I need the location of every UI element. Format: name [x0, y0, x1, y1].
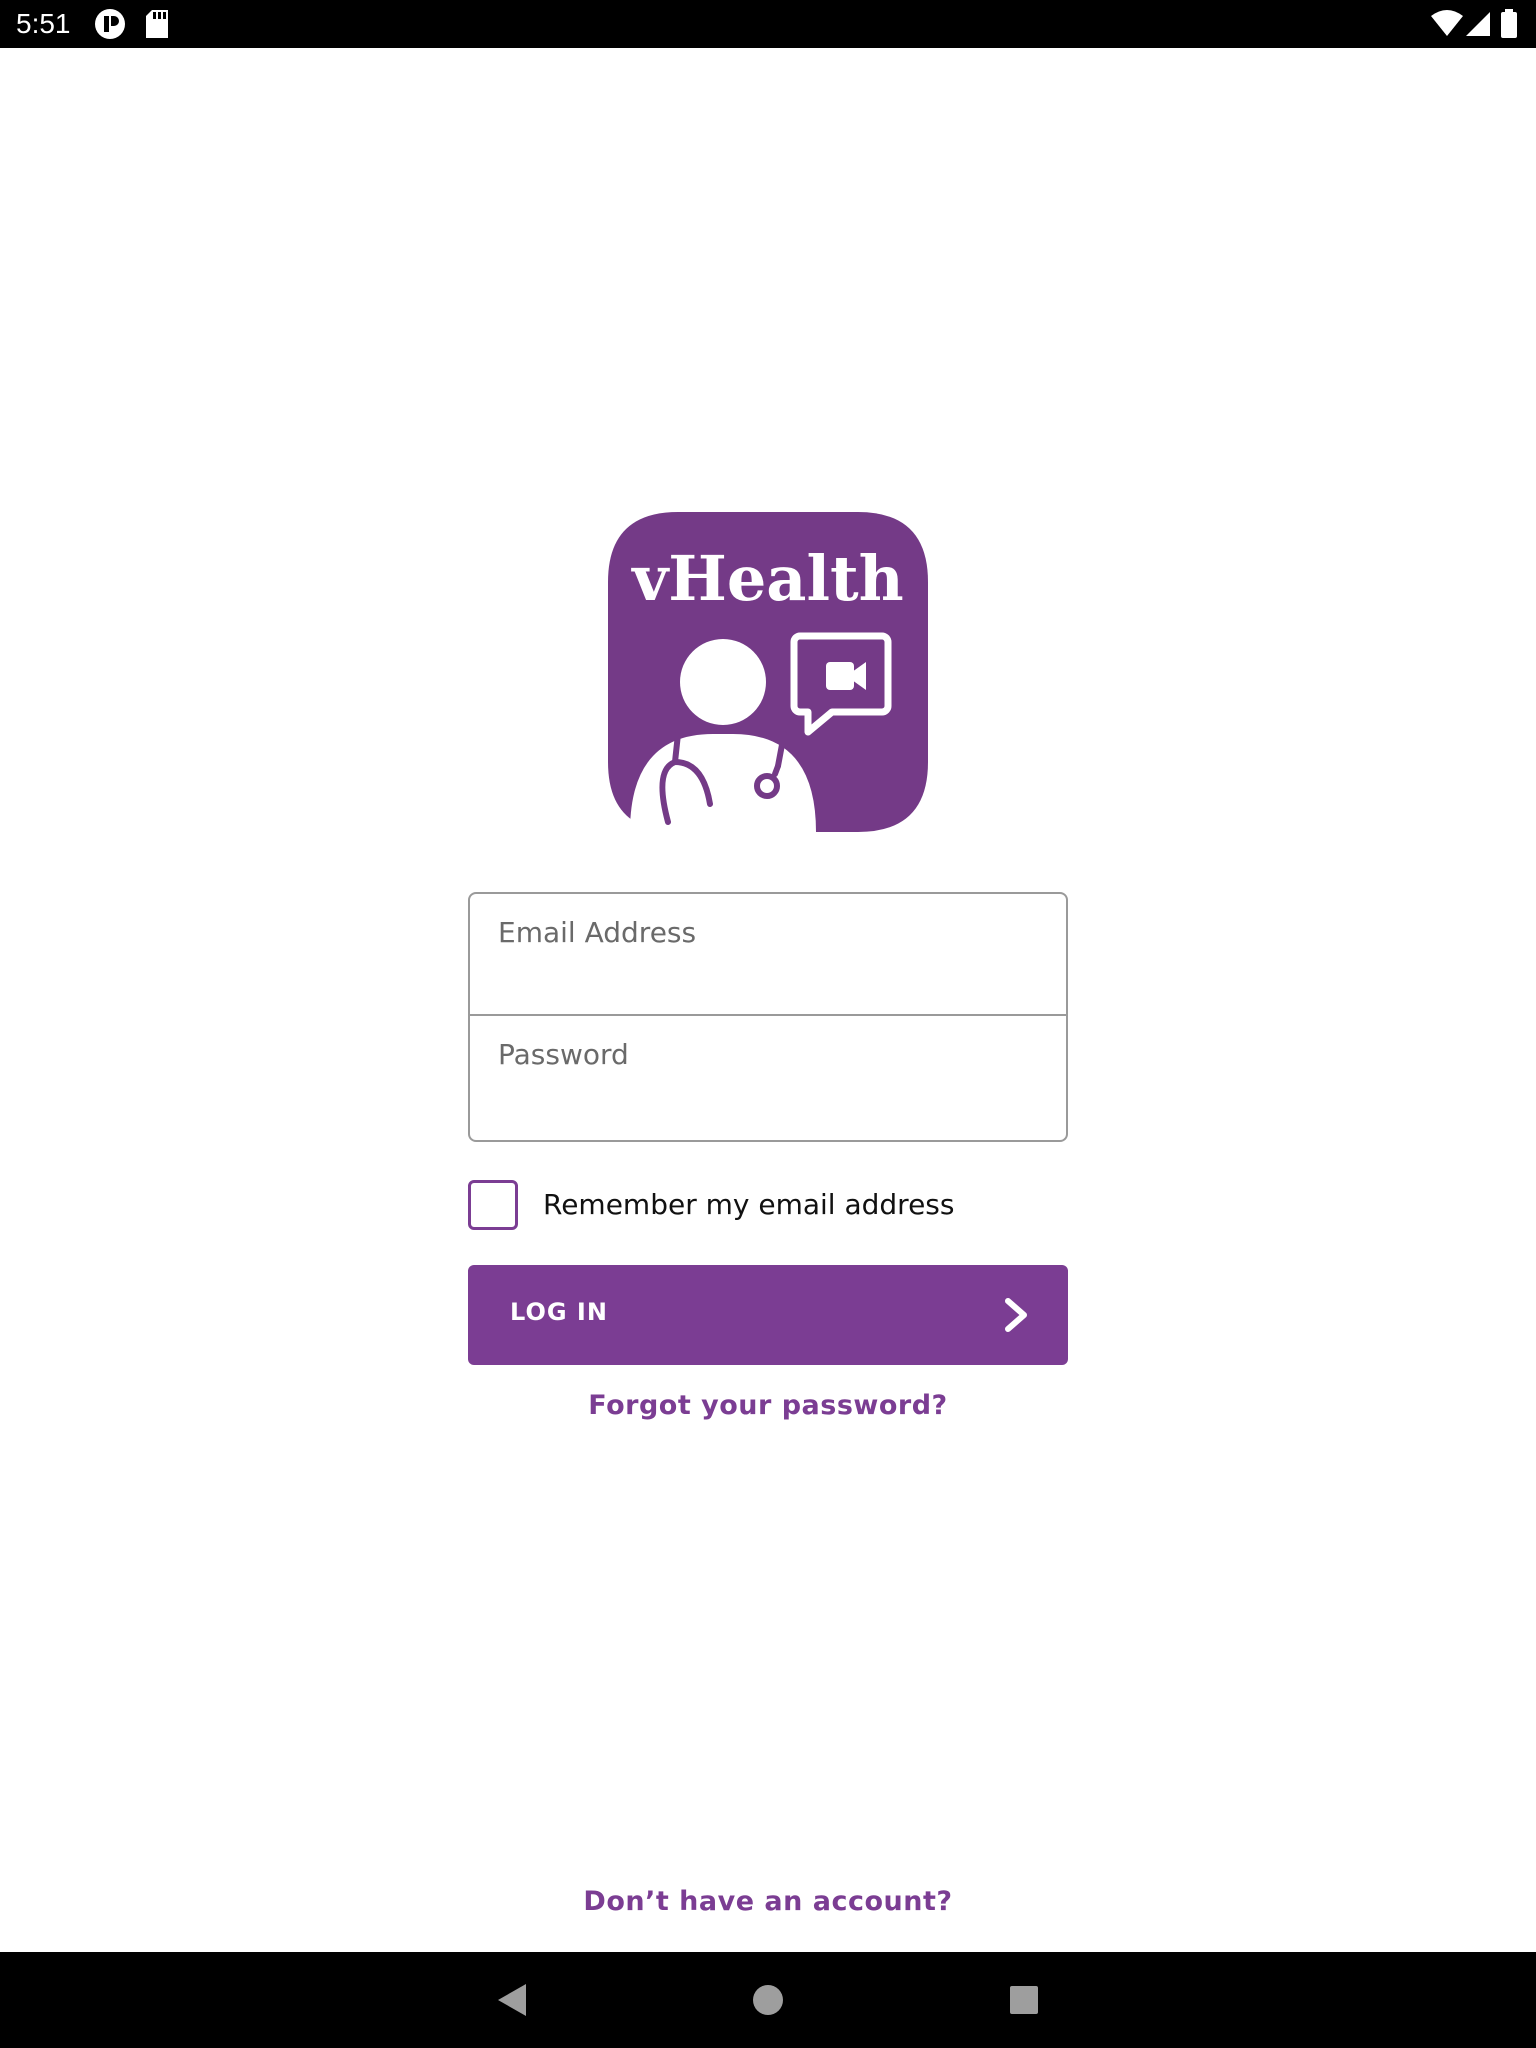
battery-icon — [1500, 8, 1518, 44]
chevron-right-icon — [1002, 1297, 1030, 1337]
home-icon[interactable] — [752, 1976, 784, 2028]
wifi-icon — [1430, 8, 1464, 44]
status-bar: 5:51 — [0, 0, 1536, 48]
recents-icon[interactable] — [1008, 1976, 1040, 2028]
email-input[interactable] — [498, 912, 1038, 952]
remember-email-label: Remember my email address — [543, 1188, 955, 1221]
status-time: 5:51 — [16, 8, 71, 39]
remember-email-checkbox[interactable] — [468, 1180, 518, 1230]
email-field[interactable] — [468, 892, 1068, 1016]
remember-email-row[interactable]: Remember my email address — [468, 1180, 1068, 1232]
cellular-signal-icon — [1464, 8, 1494, 44]
login-button-label: LOG IN — [510, 1298, 608, 1326]
logo-text: vHealth — [630, 542, 904, 615]
vhealth-logo: vHealth — [608, 512, 928, 832]
navigation-bar — [0, 1952, 1536, 2048]
record-icon — [94, 8, 126, 44]
signup-link[interactable]: Don’t have an account? — [0, 1886, 1536, 1917]
forgot-password-link[interactable]: Forgot your password? — [0, 1390, 1536, 1421]
password-input[interactable] — [498, 1034, 1038, 1074]
sd-card-icon — [144, 8, 170, 44]
back-icon[interactable] — [492, 1976, 532, 2028]
password-field[interactable] — [468, 1016, 1068, 1142]
login-button[interactable]: LOG IN — [468, 1265, 1068, 1365]
